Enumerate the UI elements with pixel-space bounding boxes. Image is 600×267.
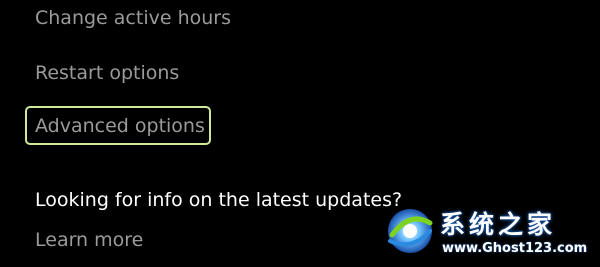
watermark-url: www.Ghost123.com: [442, 241, 588, 256]
latest-updates-heading: Looking for info on the latest updates?: [35, 189, 403, 211]
advanced-options-link[interactable]: Advanced options: [35, 115, 205, 137]
change-active-hours-link[interactable]: Change active hours: [35, 7, 231, 29]
restart-options-link[interactable]: Restart options: [35, 62, 179, 84]
watermark-logo-icon: [388, 209, 433, 253]
watermark-title: 系统之家: [440, 210, 557, 239]
site-watermark: 系统之家 www.Ghost123.com: [384, 203, 598, 265]
learn-more-link[interactable]: Learn more: [35, 229, 143, 251]
